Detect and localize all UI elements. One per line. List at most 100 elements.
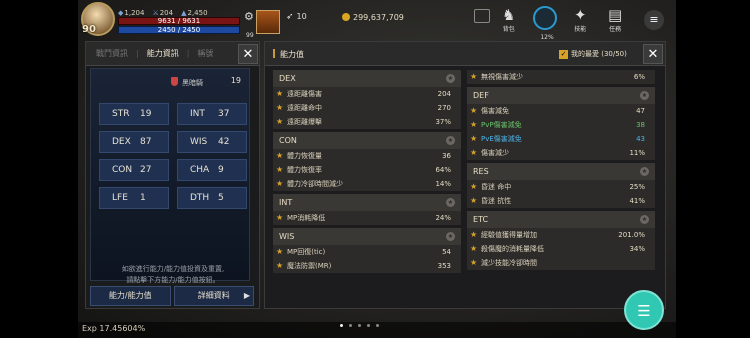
star-icon: ★ (276, 247, 284, 256)
stat-row[interactable]: ★ 傷害減少 11% (467, 146, 655, 160)
stat-row[interactable]: ★ 體力恢復量 36 (273, 149, 461, 163)
stat-cha[interactable]: CHA 9 (177, 159, 247, 181)
star-toggle-icon[interactable]: ★ (640, 91, 649, 100)
chat-fab-button[interactable]: ☰ (624, 290, 664, 330)
star-toggle-icon[interactable]: ★ (446, 136, 455, 145)
star-toggle-icon[interactable]: ★ (446, 232, 455, 241)
stat-row[interactable]: ★ 遠距離命中 270 (273, 101, 461, 115)
star-toggle-icon[interactable]: ★ (640, 215, 649, 224)
star-icon: ★ (470, 244, 478, 253)
panel-tabs: 戰鬥資訊 | 能力資訊 | 稱號 (86, 42, 259, 66)
star-icon: ★ (276, 213, 284, 222)
hud-stat-b: ⚔204 (152, 9, 174, 17)
ability-stat-button[interactable]: 能力/能力值 (90, 286, 171, 306)
hud-stats-row: ◆1,204 ⚔204 ▲2,450 (118, 9, 208, 17)
stat-str[interactable]: STR 19 (99, 103, 169, 125)
section-def: DEF ★ ★ 傷害減免 47 ★ PvP傷害減免 38 ★ PvE傷害減免 43 ★ 傷害減少… (467, 87, 655, 160)
character-level: 90 (82, 24, 96, 35)
potion-count: 99 (246, 32, 254, 39)
stat-row-pve[interactable]: ★ PvE傷害減免 43 (467, 132, 655, 146)
star-toggle-icon[interactable]: ★ (446, 198, 455, 207)
tab-ability-info[interactable]: 能力資訊 (147, 48, 179, 59)
star-icon: ★ (470, 196, 478, 205)
stat-row[interactable]: ★ 昏迷 抗性 41% (467, 194, 655, 208)
stat-row[interactable]: ★ 遠距離爆擊 37% (273, 115, 461, 129)
hud-stat-c: ▲2,450 (181, 9, 208, 17)
star-icon: ★ (470, 258, 478, 267)
class-badge: 黑暗騎 (171, 77, 203, 88)
feather-icon: ➶ (286, 12, 294, 22)
auto-toggle-button[interactable]: 12% (533, 6, 557, 41)
stat-row[interactable]: ★ 經驗值獲得量增加 201.0% (467, 228, 655, 242)
star-icon: ★ (276, 261, 284, 270)
emblem-icon (171, 77, 178, 86)
arrow-right-icon: ▶ (243, 291, 250, 300)
stat-dex[interactable]: DEX 87 (99, 131, 169, 153)
star-icon: ★ (470, 230, 478, 239)
detail-button[interactable]: 詳細資料 ▶ (173, 286, 254, 306)
quick-skill-slot[interactable] (256, 10, 280, 34)
stats-detail-panel: 能力值 ✓ 我的最愛 (30/50) ✕ DEX ★ ★ 遠距離傷害 204 ★ 遠距離命… (264, 41, 666, 309)
game-viewport: 90 ◆1,204 ⚔204 ▲2,450 9631 / 9631 2450 /… (78, 0, 676, 338)
stats-column-left: DEX ★ ★ 遠距離傷害 204 ★ 遠距離命中 270 ★ 遠距離爆擊 37% CON ★ … (273, 70, 461, 276)
sword-icon: ⚔ (152, 9, 159, 17)
page-indicator (340, 324, 379, 327)
bag-button[interactable]: ♞ 背包 (502, 6, 515, 33)
stat-row[interactable]: ★ 無視傷害減少 6% (467, 70, 655, 84)
stat-lfe[interactable]: LFE 1 (99, 187, 169, 209)
stat-board: 黑暗騎 19 STR 19 INT 37 DEX 87 WIS 42 CON 27 CHA… (90, 68, 250, 284)
base-stat-grid: STR 19 INT 37 DEX 87 WIS 42 CON 27 CHA 9 LFE 1 … (99, 103, 247, 209)
section-etc: ETC ★ ★ 經驗值獲得量增加 201.0% ★ 殺傷魔的消耗量降低 34% ★ 減少技能… (467, 211, 655, 270)
close-left-panel-button[interactable]: ✕ (238, 44, 258, 64)
stat-int[interactable]: INT 37 (177, 103, 247, 125)
stat-row[interactable]: ★ 傷害減免 47 (467, 104, 655, 118)
gear-icon: ⚙ (244, 10, 254, 23)
star-icon: ★ (470, 182, 478, 191)
stat-row[interactable]: ★ 魔法防禦(MR) 353 (273, 259, 461, 273)
stat-row[interactable]: ★ MP消耗降低 24% (273, 211, 461, 225)
star-icon: ★ (276, 117, 284, 126)
stat-row[interactable]: ★ 減少技能冷卻時間 (467, 256, 655, 270)
stat-row[interactable]: ★ MP回復(tic) 54 (273, 245, 461, 259)
stat-row-pvp[interactable]: ★ PvP傷害減免 38 (467, 118, 655, 132)
close-stats-panel-button[interactable]: ✕ (643, 44, 663, 64)
stat-wis[interactable]: WIS 42 (177, 131, 247, 153)
section-dex: DEX ★ ★ 遠距離傷害 204 ★ 遠距離命中 270 ★ 遠距離爆擊 37% (273, 70, 461, 129)
chat-button[interactable] (474, 9, 490, 23)
main-menu-button[interactable]: ≡ (644, 10, 664, 30)
star-toggle-icon[interactable]: ★ (640, 167, 649, 176)
stat-row[interactable]: ★ 遠距離傷害 204 (273, 87, 461, 101)
favorite-filter[interactable]: ✓ 我的最愛 (30/50) (559, 49, 627, 59)
star-icon: ★ (470, 106, 478, 115)
stat-row[interactable]: ★ 體力冷卻時間減少 14% (273, 177, 461, 191)
section-con: CON ★ ★ 體力恢復量 36 ★ 體力恢復率 64% ★ 體力冷卻時間減少 14% (273, 132, 461, 191)
star-icon: ★ (276, 103, 284, 112)
page-dot (340, 324, 343, 327)
stat-row[interactable]: ★ 昏迷 命中 25% (467, 180, 655, 194)
class-badge-value: 19 (230, 76, 241, 85)
letterbox-left (0, 0, 78, 338)
stat-row[interactable]: ★ 殺傷魔的消耗量降低 34% (467, 242, 655, 256)
weight-icon: ▲ (181, 9, 187, 17)
stat-con[interactable]: CON 27 (99, 159, 169, 181)
tab-title[interactable]: 稱號 (197, 48, 213, 59)
shield-icon: ◆ (118, 9, 124, 17)
tab-separator: | (136, 49, 139, 58)
page-dot (349, 324, 352, 327)
reset-hint-text: 如欲進行能力/能力值投資及重置, 請點擊下方能力/能力值按鈕。 (121, 265, 225, 284)
gold-counter: 299,637,709 (342, 13, 404, 22)
tab-combat-info[interactable]: 戰鬥資訊 (96, 48, 128, 59)
section-misc: ★ 無視傷害減少 6% (467, 70, 655, 84)
star-icon: ★ (470, 72, 478, 81)
stat-dth[interactable]: DTH 5 (177, 187, 247, 209)
left-panel-buttons: 能力/能力值 詳細資料 ▶ (90, 286, 254, 306)
star-icon: ★ (276, 179, 284, 188)
mp-bar: 2450 / 2450 (118, 26, 240, 34)
page-dot (358, 324, 361, 327)
hud-stat-a: ◆1,204 (118, 9, 145, 17)
stat-row[interactable]: ★ 體力恢復率 64% (273, 163, 461, 177)
skills-button[interactable]: ✦ 技能 (574, 6, 587, 33)
star-toggle-icon[interactable]: ★ (446, 74, 455, 83)
quest-button[interactable]: ▤ 任務 (608, 6, 622, 33)
chat-bubble-icon: ☰ (637, 302, 651, 320)
